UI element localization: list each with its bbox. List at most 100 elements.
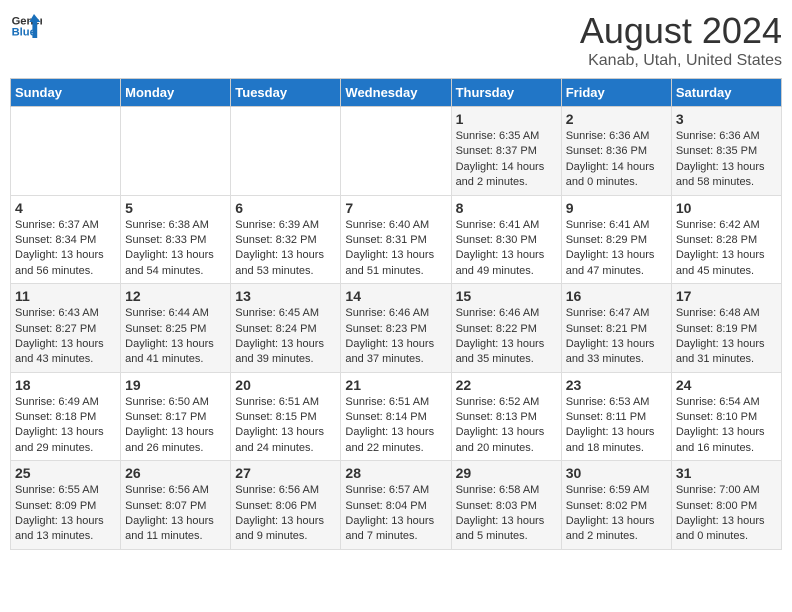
cell-week4-day2: 20 Sunrise: 6:51 AM Sunset: 8:15 PM Dayli… <box>231 372 341 461</box>
header-friday: Friday <box>561 79 671 107</box>
cell-week5-day6: 31 Sunrise: 7:00 AM Sunset: 8:00 PM Dayli… <box>671 461 781 550</box>
day-info: Sunrise: 6:35 AM Sunset: 8:37 PM Dayligh… <box>456 129 557 191</box>
cell-week5-day4: 29 Sunrise: 6:58 AM Sunset: 8:03 PM Dayli… <box>451 461 561 550</box>
day-number: 3 <box>676 111 777 127</box>
day-info: Sunrise: 6:56 AM Sunset: 8:06 PM Dayligh… <box>235 483 336 545</box>
title-area: August 2024 Kanab, Utah, United States <box>580 10 782 70</box>
day-info: Sunrise: 6:36 AM Sunset: 8:35 PM Dayligh… <box>676 129 777 191</box>
day-info: Sunrise: 6:49 AM Sunset: 8:18 PM Dayligh… <box>15 395 116 457</box>
day-info: Sunrise: 6:51 AM Sunset: 8:15 PM Dayligh… <box>235 395 336 457</box>
day-number: 2 <box>566 111 667 127</box>
cell-week3-day4: 15 Sunrise: 6:46 AM Sunset: 8:22 PM Dayli… <box>451 284 561 373</box>
cell-week1-day0 <box>11 107 121 196</box>
day-info: Sunrise: 6:58 AM Sunset: 8:03 PM Dayligh… <box>456 483 557 545</box>
day-info: Sunrise: 6:42 AM Sunset: 8:28 PM Dayligh… <box>676 218 777 280</box>
day-info: Sunrise: 6:53 AM Sunset: 8:11 PM Dayligh… <box>566 395 667 457</box>
day-number: 21 <box>345 377 446 393</box>
svg-text:Blue: Blue <box>12 27 36 39</box>
header-row: SundayMondayTuesdayWednesdayThursdayFrid… <box>11 79 782 107</box>
day-number: 5 <box>125 200 226 216</box>
cell-week3-day0: 11Sunrise: 6:43 AM Sunset: 8:27 PM Dayli… <box>11 284 121 373</box>
cell-week3-day6: 17Sunrise: 6:48 AM Sunset: 8:19 PM Dayli… <box>671 284 781 373</box>
cell-week2-day3: 7Sunrise: 6:40 AM Sunset: 8:31 PM Daylig… <box>341 195 451 284</box>
calendar-title: August 2024 <box>580 10 782 52</box>
day-number: 8 <box>456 200 557 216</box>
cell-week5-day5: 30 Sunrise: 6:59 AM Sunset: 8:02 PM Dayli… <box>561 461 671 550</box>
cell-week2-day0: 4Sunrise: 6:37 AM Sunset: 8:34 PM Daylig… <box>11 195 121 284</box>
day-number: 14 <box>345 288 446 304</box>
cell-week1-day3 <box>341 107 451 196</box>
logo-icon: General Blue <box>10 10 42 42</box>
day-number: 31 <box>676 465 777 481</box>
cell-week3-day5: 16 Sunrise: 6:47 AM Sunset: 8:21 PM Dayli… <box>561 284 671 373</box>
cell-week4-day3: 21 Sunrise: 6:51 AM Sunset: 8:14 PM Dayli… <box>341 372 451 461</box>
day-number: 19 <box>125 377 226 393</box>
cell-week1-day1 <box>121 107 231 196</box>
day-info: Sunrise: 6:51 AM Sunset: 8:14 PM Dayligh… <box>345 395 446 457</box>
day-info: Sunrise: 6:41 AM Sunset: 8:29 PM Dayligh… <box>566 218 667 280</box>
header-thursday: Thursday <box>451 79 561 107</box>
day-number: 18 <box>15 377 116 393</box>
cell-week4-day1: 19 Sunrise: 6:50 AM Sunset: 8:17 PM Dayli… <box>121 372 231 461</box>
day-number: 26 <box>125 465 226 481</box>
day-number: 23 <box>566 377 667 393</box>
day-number: 12 <box>125 288 226 304</box>
day-number: 10 <box>676 200 777 216</box>
day-info: Sunrise: 6:50 AM Sunset: 8:17 PM Dayligh… <box>125 395 226 457</box>
header-wednesday: Wednesday <box>341 79 451 107</box>
cell-week4-day0: 18 Sunrise: 6:49 AM Sunset: 8:18 PM Dayli… <box>11 372 121 461</box>
header-monday: Monday <box>121 79 231 107</box>
day-number: 6 <box>235 200 336 216</box>
cell-week2-day2: 6 Sunrise: 6:39 AM Sunset: 8:32 PM Daylig… <box>231 195 341 284</box>
week-row-2: 4Sunrise: 6:37 AM Sunset: 8:34 PM Daylig… <box>11 195 782 284</box>
day-number: 28 <box>345 465 446 481</box>
day-info: Sunrise: 6:38 AM Sunset: 8:33 PM Dayligh… <box>125 218 226 280</box>
logo: General Blue <box>10 10 42 42</box>
day-info: Sunrise: 6:46 AM Sunset: 8:23 PM Dayligh… <box>345 306 446 368</box>
cell-week3-day2: 13 Sunrise: 6:45 AM Sunset: 8:24 PM Dayli… <box>231 284 341 373</box>
week-row-4: 18 Sunrise: 6:49 AM Sunset: 8:18 PM Dayli… <box>11 372 782 461</box>
cell-week4-day5: 23 Sunrise: 6:53 AM Sunset: 8:11 PM Dayli… <box>561 372 671 461</box>
header-saturday: Saturday <box>671 79 781 107</box>
cell-week2-day5: 9Sunrise: 6:41 AM Sunset: 8:29 PM Daylig… <box>561 195 671 284</box>
day-info: Sunrise: 6:52 AM Sunset: 8:13 PM Dayligh… <box>456 395 557 457</box>
cell-week1-day5: 2 Sunrise: 6:36 AM Sunset: 8:36 PM Daylig… <box>561 107 671 196</box>
day-number: 30 <box>566 465 667 481</box>
day-number: 27 <box>235 465 336 481</box>
day-info: Sunrise: 6:46 AM Sunset: 8:22 PM Dayligh… <box>456 306 557 368</box>
header: General Blue August 2024 Kanab, Utah, Un… <box>10 10 782 70</box>
day-info: Sunrise: 6:45 AM Sunset: 8:24 PM Dayligh… <box>235 306 336 368</box>
day-info: Sunrise: 6:55 AM Sunset: 8:09 PM Dayligh… <box>15 483 116 545</box>
day-number: 29 <box>456 465 557 481</box>
day-info: Sunrise: 6:39 AM Sunset: 8:32 PM Dayligh… <box>235 218 336 280</box>
cell-week5-day2: 27 Sunrise: 6:56 AM Sunset: 8:06 PM Dayli… <box>231 461 341 550</box>
cell-week2-day1: 5 Sunrise: 6:38 AM Sunset: 8:33 PM Daylig… <box>121 195 231 284</box>
cell-week5-day0: 25 Sunrise: 6:55 AM Sunset: 8:09 PM Dayli… <box>11 461 121 550</box>
calendar-subtitle: Kanab, Utah, United States <box>580 52 782 70</box>
cell-week3-day3: 14 Sunrise: 6:46 AM Sunset: 8:23 PM Dayli… <box>341 284 451 373</box>
cell-week5-day3: 28 Sunrise: 6:57 AM Sunset: 8:04 PM Dayli… <box>341 461 451 550</box>
day-info: Sunrise: 6:57 AM Sunset: 8:04 PM Dayligh… <box>345 483 446 545</box>
day-number: 1 <box>456 111 557 127</box>
day-number: 13 <box>235 288 336 304</box>
day-number: 25 <box>15 465 116 481</box>
day-number: 22 <box>456 377 557 393</box>
day-number: 15 <box>456 288 557 304</box>
week-row-5: 25 Sunrise: 6:55 AM Sunset: 8:09 PM Dayli… <box>11 461 782 550</box>
cell-week2-day6: 10 Sunrise: 6:42 AM Sunset: 8:28 PM Dayli… <box>671 195 781 284</box>
day-info: Sunrise: 6:40 AM Sunset: 8:31 PM Dayligh… <box>345 218 446 280</box>
day-info: Sunrise: 7:00 AM Sunset: 8:00 PM Dayligh… <box>676 483 777 545</box>
week-row-3: 11Sunrise: 6:43 AM Sunset: 8:27 PM Dayli… <box>11 284 782 373</box>
header-tuesday: Tuesday <box>231 79 341 107</box>
day-info: Sunrise: 6:36 AM Sunset: 8:36 PM Dayligh… <box>566 129 667 191</box>
week-row-1: 1 Sunrise: 6:35 AM Sunset: 8:37 PM Daylig… <box>11 107 782 196</box>
cell-week4-day6: 24Sunrise: 6:54 AM Sunset: 8:10 PM Dayli… <box>671 372 781 461</box>
day-number: 16 <box>566 288 667 304</box>
day-info: Sunrise: 6:41 AM Sunset: 8:30 PM Dayligh… <box>456 218 557 280</box>
day-info: Sunrise: 6:47 AM Sunset: 8:21 PM Dayligh… <box>566 306 667 368</box>
cell-week1-day4: 1 Sunrise: 6:35 AM Sunset: 8:37 PM Daylig… <box>451 107 561 196</box>
day-number: 20 <box>235 377 336 393</box>
day-info: Sunrise: 6:54 AM Sunset: 8:10 PM Dayligh… <box>676 395 777 457</box>
day-info: Sunrise: 6:59 AM Sunset: 8:02 PM Dayligh… <box>566 483 667 545</box>
day-info: Sunrise: 6:56 AM Sunset: 8:07 PM Dayligh… <box>125 483 226 545</box>
